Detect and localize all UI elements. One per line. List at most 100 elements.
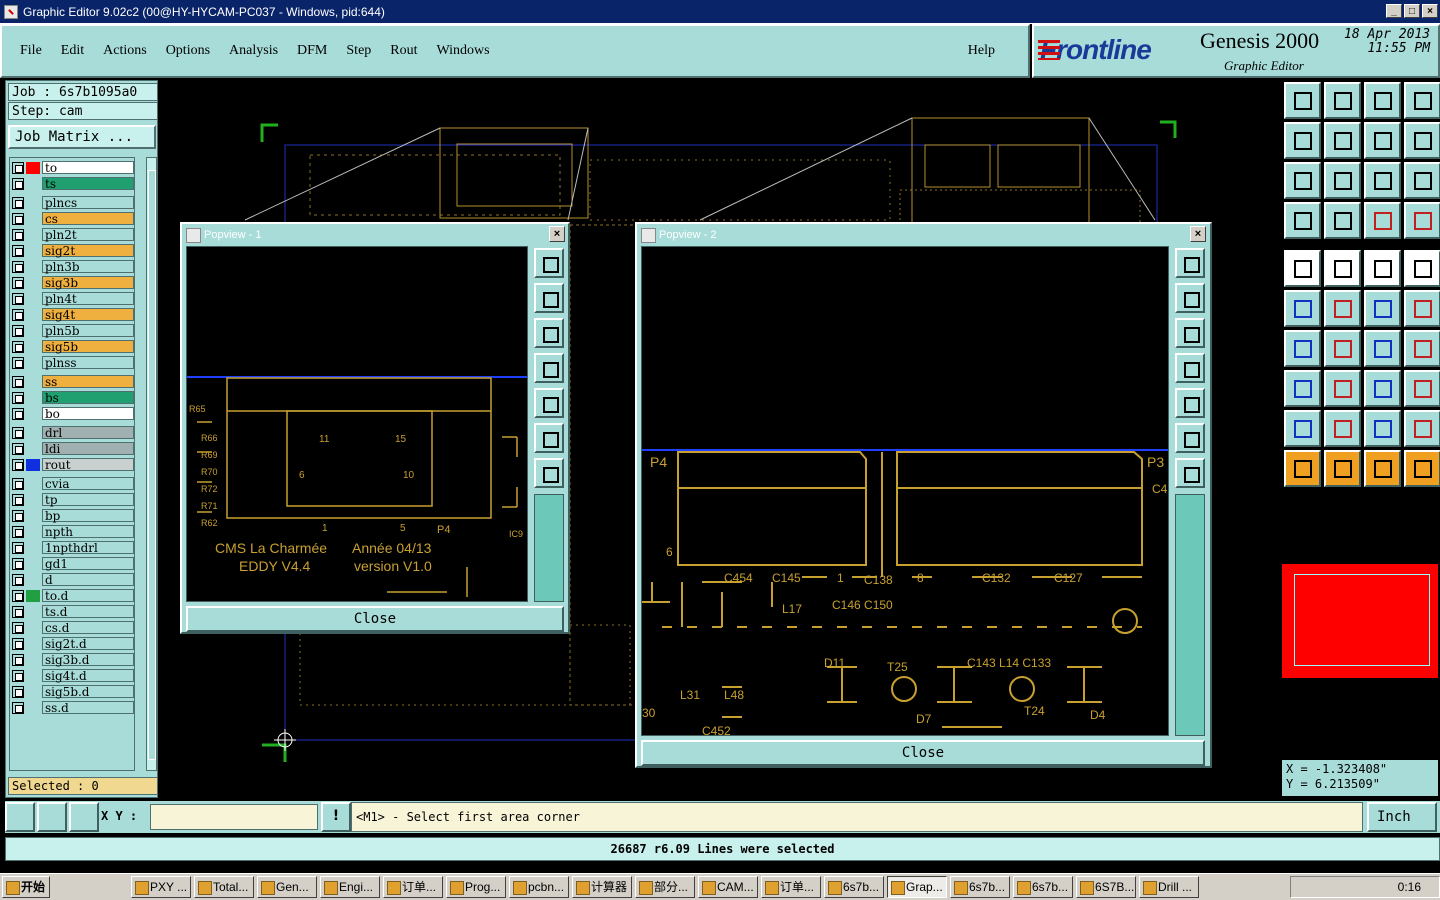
layer-row-sig4t[interactable]: sig4t [12, 307, 134, 322]
layer-checkbox[interactable] [12, 212, 24, 225]
layer-row-ldi[interactable]: ldi [12, 441, 134, 456]
layer-checkbox[interactable] [12, 161, 24, 174]
tool-button-r5-c4[interactable] [1404, 250, 1440, 287]
layer-checkbox[interactable] [12, 477, 24, 490]
layer-checkbox[interactable] [12, 701, 24, 714]
layer-row-pln2t[interactable]: pln2t [12, 227, 134, 242]
layer-checkbox[interactable] [12, 292, 24, 305]
popview-2-scroll[interactable] [1175, 494, 1205, 736]
popview-1-close-x[interactable]: × [549, 226, 565, 242]
scroll-thumb[interactable] [148, 170, 156, 760]
popview-2-tool-4[interactable] [1175, 353, 1205, 383]
popview-1-tool-6[interactable] [534, 423, 564, 453]
taskbar-item[interactable]: Gen... [257, 876, 317, 898]
layer-checkbox[interactable] [12, 605, 24, 618]
tool-button-r8-c1[interactable] [1284, 370, 1321, 407]
tool-button-r3-c3[interactable] [1364, 162, 1401, 199]
layer-row-cvia[interactable]: cvia [12, 476, 134, 491]
menu-step[interactable]: Step [346, 43, 371, 59]
tool-button-r9-c4[interactable] [1404, 410, 1440, 447]
popview-2-tool-2[interactable] [1175, 283, 1205, 313]
layer-checkbox[interactable] [12, 541, 24, 554]
popview-1-tool-4[interactable] [534, 353, 564, 383]
popview-1-scroll[interactable] [534, 494, 564, 602]
tool-button-r5-c2[interactable] [1324, 250, 1361, 287]
taskbar-item[interactable]: Prog... [446, 876, 506, 898]
layer-checkbox[interactable] [12, 509, 24, 522]
tool-button-r2-c2[interactable] [1324, 122, 1361, 159]
taskbar-item[interactable]: 部分... [635, 876, 695, 898]
tool-button-r4-c1[interactable] [1284, 202, 1321, 239]
taskbar-item[interactable]: PXY ... [131, 876, 191, 898]
layer-checkbox[interactable] [12, 493, 24, 506]
maximize-button[interactable]: □ [1404, 4, 1420, 18]
taskbar-item[interactable]: 6s7b... [1013, 876, 1073, 898]
layer-checkbox[interactable] [12, 589, 24, 602]
taskbar-item[interactable]: 6s7b... [824, 876, 884, 898]
layer-row-ss[interactable]: ss [12, 374, 134, 389]
popview-2-tool-6[interactable] [1175, 423, 1205, 453]
layer-scrollbar[interactable] [146, 157, 157, 771]
popview-2-tool-7[interactable] [1175, 458, 1205, 488]
tool-button-r1-c4[interactable] [1404, 82, 1440, 119]
layer-checkbox[interactable] [12, 177, 24, 190]
taskbar-item[interactable]: 订单... [761, 876, 821, 898]
layer-checkbox[interactable] [12, 356, 24, 369]
tool-button-r4-c2[interactable] [1324, 202, 1361, 239]
layer-row-sig4t.d[interactable]: sig4t.d [12, 668, 134, 683]
taskbar-item[interactable]: 6S7B... [1076, 876, 1136, 898]
popview-2-close-x[interactable]: × [1190, 226, 1206, 242]
layer-row-sig2t[interactable]: sig2t [12, 243, 134, 258]
popview-2-tool-3[interactable] [1175, 318, 1205, 348]
tool-button-r9-c2[interactable] [1324, 410, 1361, 447]
minimize-button[interactable]: _ [1386, 4, 1402, 18]
menu-file[interactable]: File [20, 43, 42, 59]
layer-checkbox[interactable] [12, 391, 24, 404]
taskbar-item[interactable]: Engi... [320, 876, 380, 898]
popview-1-tool-7[interactable] [534, 458, 564, 488]
layer-row-pln3b[interactable]: pln3b [12, 259, 134, 274]
layer-row-bs[interactable]: bs [12, 390, 134, 405]
close-button[interactable]: × [1422, 4, 1438, 18]
taskbar-item[interactable]: Drill ... [1139, 876, 1199, 898]
popview-1-close-button[interactable]: Close [186, 606, 564, 632]
popview-2-close-button[interactable]: Close [641, 740, 1205, 766]
taskbar-item[interactable]: Total... [194, 876, 254, 898]
popview-2-tool-5[interactable] [1175, 388, 1205, 418]
tool-button-r1-c1[interactable] [1284, 82, 1321, 119]
tool-button-r9-c1[interactable] [1284, 410, 1321, 447]
layer-checkbox[interactable] [12, 324, 24, 337]
snap-tool-button[interactable] [5, 802, 35, 832]
tool-button-r1-c2[interactable] [1324, 82, 1361, 119]
layer-checkbox[interactable] [12, 340, 24, 353]
layer-row-bp[interactable]: bp [12, 508, 134, 523]
popview-2-titlebar[interactable]: Popview - 2 [641, 226, 1206, 244]
layer-row-sig5b[interactable]: sig5b [12, 339, 134, 354]
measure-tool-button[interactable] [37, 802, 67, 832]
layer-row-plnss[interactable]: plnss [12, 355, 134, 370]
layer-row-d[interactable]: d [12, 572, 134, 587]
layer-checkbox[interactable] [12, 228, 24, 241]
menu-dfm[interactable]: DFM [297, 43, 327, 59]
popview-2-tool-1[interactable] [1175, 248, 1205, 278]
grid-tool-button[interactable] [69, 802, 99, 832]
popview-1-tool-5[interactable] [534, 388, 564, 418]
tool-button-r10-c4[interactable] [1404, 450, 1440, 487]
layer-row-ts.d[interactable]: ts.d [12, 604, 134, 619]
taskbar-item[interactable]: pcbn... [509, 876, 569, 898]
layer-row-plncs[interactable]: plncs [12, 195, 134, 210]
layer-row-pln5b[interactable]: pln5b [12, 323, 134, 338]
tool-button-r5-c1[interactable] [1284, 250, 1321, 287]
layer-checkbox[interactable] [12, 653, 24, 666]
layer-row-sig3b.d[interactable]: sig3b.d [12, 652, 134, 667]
units-selector[interactable]: Inch [1367, 802, 1437, 832]
tool-button-r8-c4[interactable] [1404, 370, 1440, 407]
tool-button-r4-c3[interactable] [1364, 202, 1401, 239]
tool-button-r7-c3[interactable] [1364, 330, 1401, 367]
info-button[interactable]: ! [321, 802, 351, 832]
layer-checkbox[interactable] [12, 196, 24, 209]
overview-map[interactable] [1282, 564, 1438, 678]
tool-button-r8-c2[interactable] [1324, 370, 1361, 407]
layer-checkbox[interactable] [12, 276, 24, 289]
layer-checkbox[interactable] [12, 260, 24, 273]
